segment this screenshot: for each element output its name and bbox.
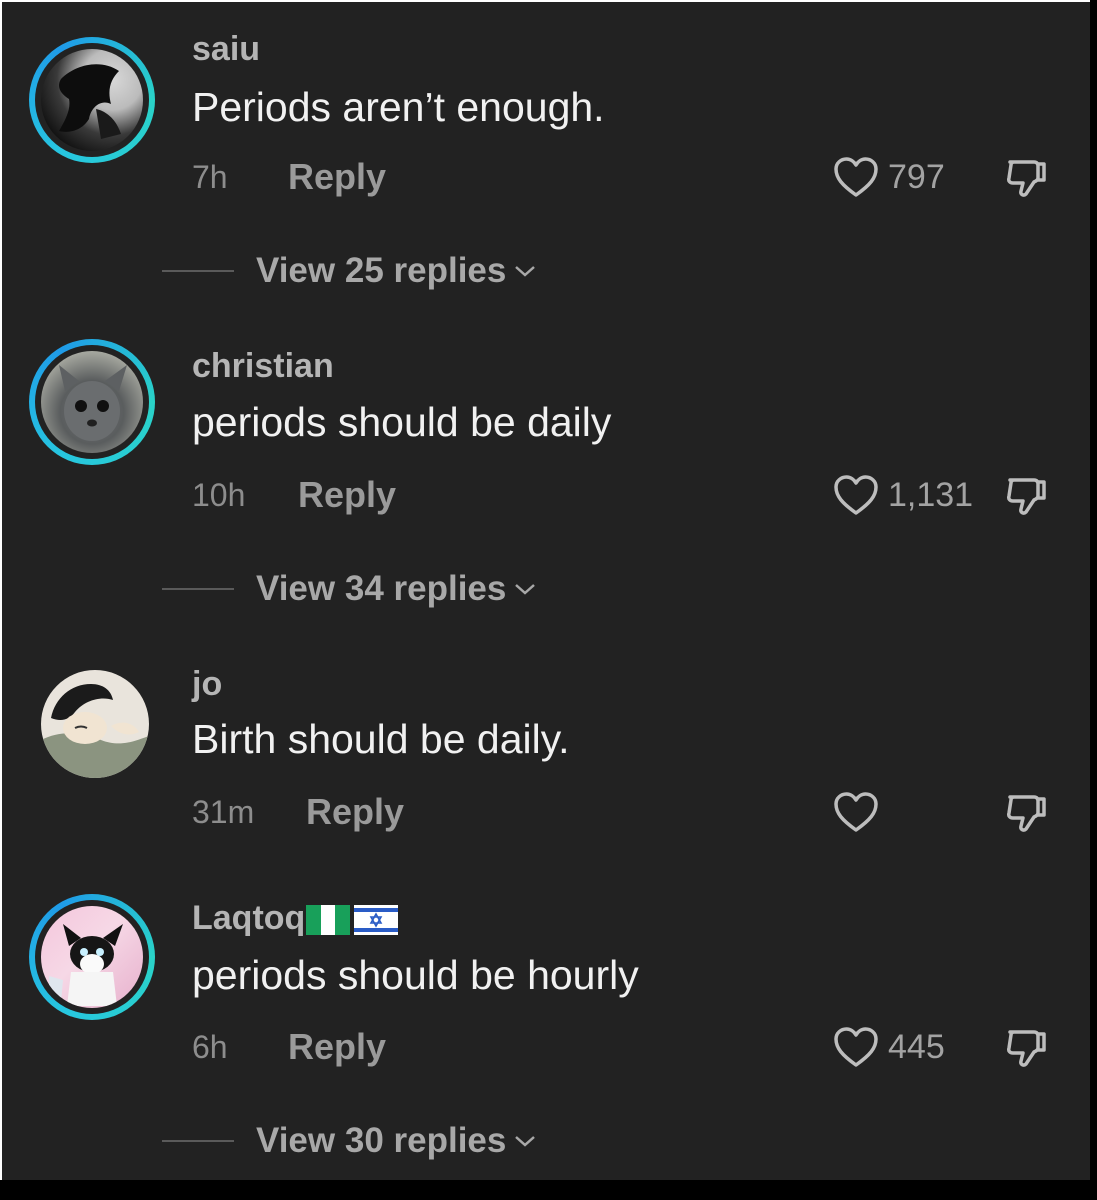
like-count: 797 [888, 157, 945, 196]
dislike-button[interactable] [1002, 1022, 1052, 1072]
comment-username[interactable]: jo [192, 665, 222, 704]
thumbs-down-icon [1007, 160, 1046, 197]
comment-timestamp: 10h [192, 477, 246, 513]
reply-button[interactable]: Reply [298, 474, 396, 516]
heart-outline-icon [834, 157, 878, 197]
divider-line [162, 270, 234, 272]
like-button[interactable] [832, 787, 888, 837]
username-label: Laqtoq [192, 899, 306, 937]
dislike-button[interactable] [1002, 470, 1052, 520]
view-replies-label: View 30 replies [256, 1121, 507, 1160]
avatar[interactable] [41, 670, 149, 778]
heart-outline-icon [834, 792, 878, 832]
comment-timestamp: 7h [192, 159, 228, 195]
dislike-button[interactable] [1002, 787, 1052, 837]
avatar[interactable] [41, 49, 143, 151]
like-button[interactable]: 797 [832, 152, 945, 202]
divider-line [162, 1140, 234, 1142]
comment-username[interactable]: christian [192, 347, 334, 386]
comment-timestamp: 6h [192, 1029, 228, 1065]
screenshot-border-bottom [0, 1180, 1097, 1200]
thumbs-down-icon [1007, 478, 1046, 515]
view-replies-toggle[interactable]: View 30 replies [162, 1119, 536, 1163]
chevron-down-icon [515, 1136, 536, 1147]
like-count: 445 [888, 1027, 945, 1066]
view-replies-label: View 34 replies [256, 569, 507, 608]
screenshot-border-right [1090, 0, 1097, 1200]
chevron-down-icon [515, 584, 536, 595]
reply-button[interactable]: Reply [306, 791, 404, 833]
avatar[interactable] [41, 351, 143, 453]
comment-text: Periods aren’t enough. [192, 84, 605, 130]
reply-button[interactable]: Reply [288, 1026, 386, 1068]
dislike-button[interactable] [1002, 152, 1052, 202]
avatar[interactable] [41, 906, 143, 1008]
comments-panel: saiu Periods aren’t enough. 7h Reply 797… [2, 2, 1090, 1180]
reply-button[interactable]: Reply [288, 156, 386, 198]
nigeria-flag-icon [306, 905, 351, 936]
comment-timestamp: 31m [192, 794, 255, 830]
like-button[interactable]: 1,131 [832, 470, 973, 520]
comment-username[interactable]: Laqtoq [192, 899, 399, 938]
comment-text: periods should be hourly [192, 952, 639, 998]
divider-line [162, 588, 234, 590]
thumbs-down-icon [1007, 1030, 1046, 1067]
view-replies-toggle[interactable]: View 25 replies [162, 249, 536, 293]
view-replies-toggle[interactable]: View 34 replies [162, 567, 536, 611]
heart-outline-icon [834, 475, 878, 515]
like-button[interactable]: 445 [832, 1022, 945, 1072]
like-count: 1,131 [888, 475, 974, 514]
chevron-down-icon [515, 266, 536, 277]
thumbs-down-icon [1007, 795, 1046, 832]
comment-text: periods should be daily [192, 399, 612, 445]
comment-text: Birth should be daily. [192, 716, 570, 762]
comment-username[interactable]: saiu [192, 30, 260, 69]
heart-outline-icon [834, 1027, 878, 1067]
view-replies-label: View 25 replies [256, 251, 507, 290]
israel-flag-icon [354, 905, 399, 936]
